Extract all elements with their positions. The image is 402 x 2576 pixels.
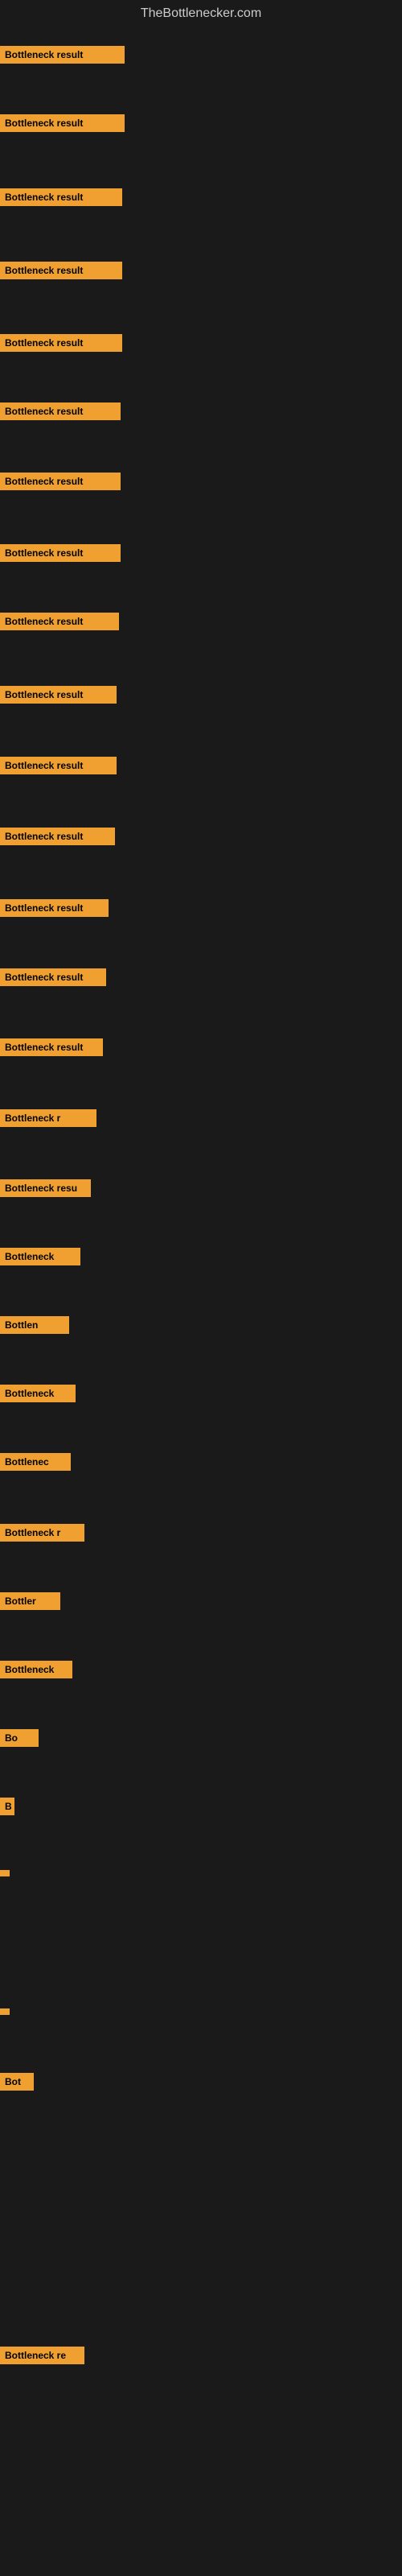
bottleneck-bar-container: Bottlen: [0, 1316, 69, 1338]
bottleneck-bar-container: Bottleneck result: [0, 757, 117, 778]
bottleneck-bar-container: Bottleneck resu: [0, 1179, 91, 1201]
bottleneck-bar: Bottleneck result: [0, 46, 125, 64]
bottleneck-bar: Bottleneck result: [0, 686, 117, 704]
bottleneck-bar: Bottleneck r: [0, 1109, 96, 1127]
bottleneck-bar: Bottleneck result: [0, 473, 121, 490]
bottleneck-bar-container: Bottleneck result: [0, 544, 121, 566]
bottleneck-bar: Bot: [0, 2073, 34, 2091]
bottleneck-bar: Bottleneck result: [0, 757, 117, 774]
bottleneck-bar: Bottleneck r: [0, 1524, 84, 1542]
bottleneck-bar-container: Bottleneck result: [0, 899, 109, 921]
bottleneck-bar: Bottleneck: [0, 1248, 80, 1265]
bottleneck-bar-container: Bottleneck result: [0, 1038, 103, 1060]
bottleneck-bar-container: Bot: [0, 2073, 34, 2095]
bottleneck-bar: Bottleneck result: [0, 613, 119, 630]
bottleneck-bar-container: Bottlenec: [0, 1453, 71, 1475]
bottleneck-bar: Bottleneck result: [0, 188, 122, 206]
bottleneck-bar-container: Bottleneck result: [0, 473, 121, 494]
bottleneck-bar: Bottleneck resu: [0, 1179, 91, 1197]
bottleneck-bar: Bottleneck re: [0, 2347, 84, 2364]
bottleneck-bar: Bottler: [0, 1592, 60, 1610]
bottleneck-bar: Bottleneck result: [0, 899, 109, 917]
bottleneck-bar: B: [0, 1798, 14, 1815]
bottleneck-bar-container: Bottleneck result: [0, 46, 125, 68]
bottleneck-bar: Bottleneck result: [0, 828, 115, 845]
bottleneck-bar: Bottleneck result: [0, 402, 121, 420]
bottleneck-bar-container: Bottleneck: [0, 1661, 72, 1682]
bottleneck-bar: [0, 2008, 10, 2015]
bottleneck-bar-container: Bottler: [0, 1592, 60, 1614]
bottleneck-bar-container: [0, 2004, 10, 2019]
bottleneck-bar-container: Bottleneck re: [0, 2347, 84, 2368]
bottleneck-bar-container: Bottleneck result: [0, 188, 122, 210]
bottleneck-bar-container: Bottleneck: [0, 1248, 80, 1269]
bottleneck-bar-container: Bottleneck result: [0, 968, 106, 990]
bottleneck-bar-container: B: [0, 1798, 14, 1819]
site-title: TheBottlenecker.com: [0, 0, 402, 31]
bottleneck-bar: [0, 1870, 10, 1876]
bottleneck-bar: Bottleneck result: [0, 1038, 103, 1056]
bottleneck-bar-container: Bottleneck result: [0, 334, 122, 356]
bottleneck-bar-container: Bottleneck r: [0, 1524, 84, 1546]
bottleneck-bar-container: Bottleneck result: [0, 613, 119, 634]
bottleneck-bar-container: Bottleneck result: [0, 828, 115, 849]
bottleneck-bar: Bottleneck result: [0, 114, 125, 132]
bottleneck-bar-container: Bottleneck: [0, 1385, 76, 1406]
bottleneck-bar: Bottleneck result: [0, 334, 122, 352]
bottleneck-bar: Bo: [0, 1729, 39, 1747]
bottleneck-bar-container: [0, 1866, 10, 1880]
bottleneck-bar-container: Bottleneck r: [0, 1109, 96, 1131]
bottleneck-bar: Bottlenec: [0, 1453, 71, 1471]
bottleneck-bar: Bottleneck result: [0, 968, 106, 986]
bottleneck-bar: Bottleneck: [0, 1661, 72, 1678]
bottleneck-bar: Bottlen: [0, 1316, 69, 1334]
bottleneck-bar: Bottleneck: [0, 1385, 76, 1402]
bottleneck-bar-container: Bottleneck result: [0, 402, 121, 424]
bottleneck-bar: Bottleneck result: [0, 262, 122, 279]
bottleneck-bar-container: Bottleneck result: [0, 262, 122, 283]
bottleneck-bar-container: Bottleneck result: [0, 114, 125, 136]
bottleneck-bar-container: Bottleneck result: [0, 686, 117, 708]
bottleneck-bar-container: Bo: [0, 1729, 39, 1751]
bottleneck-bar: Bottleneck result: [0, 544, 121, 562]
